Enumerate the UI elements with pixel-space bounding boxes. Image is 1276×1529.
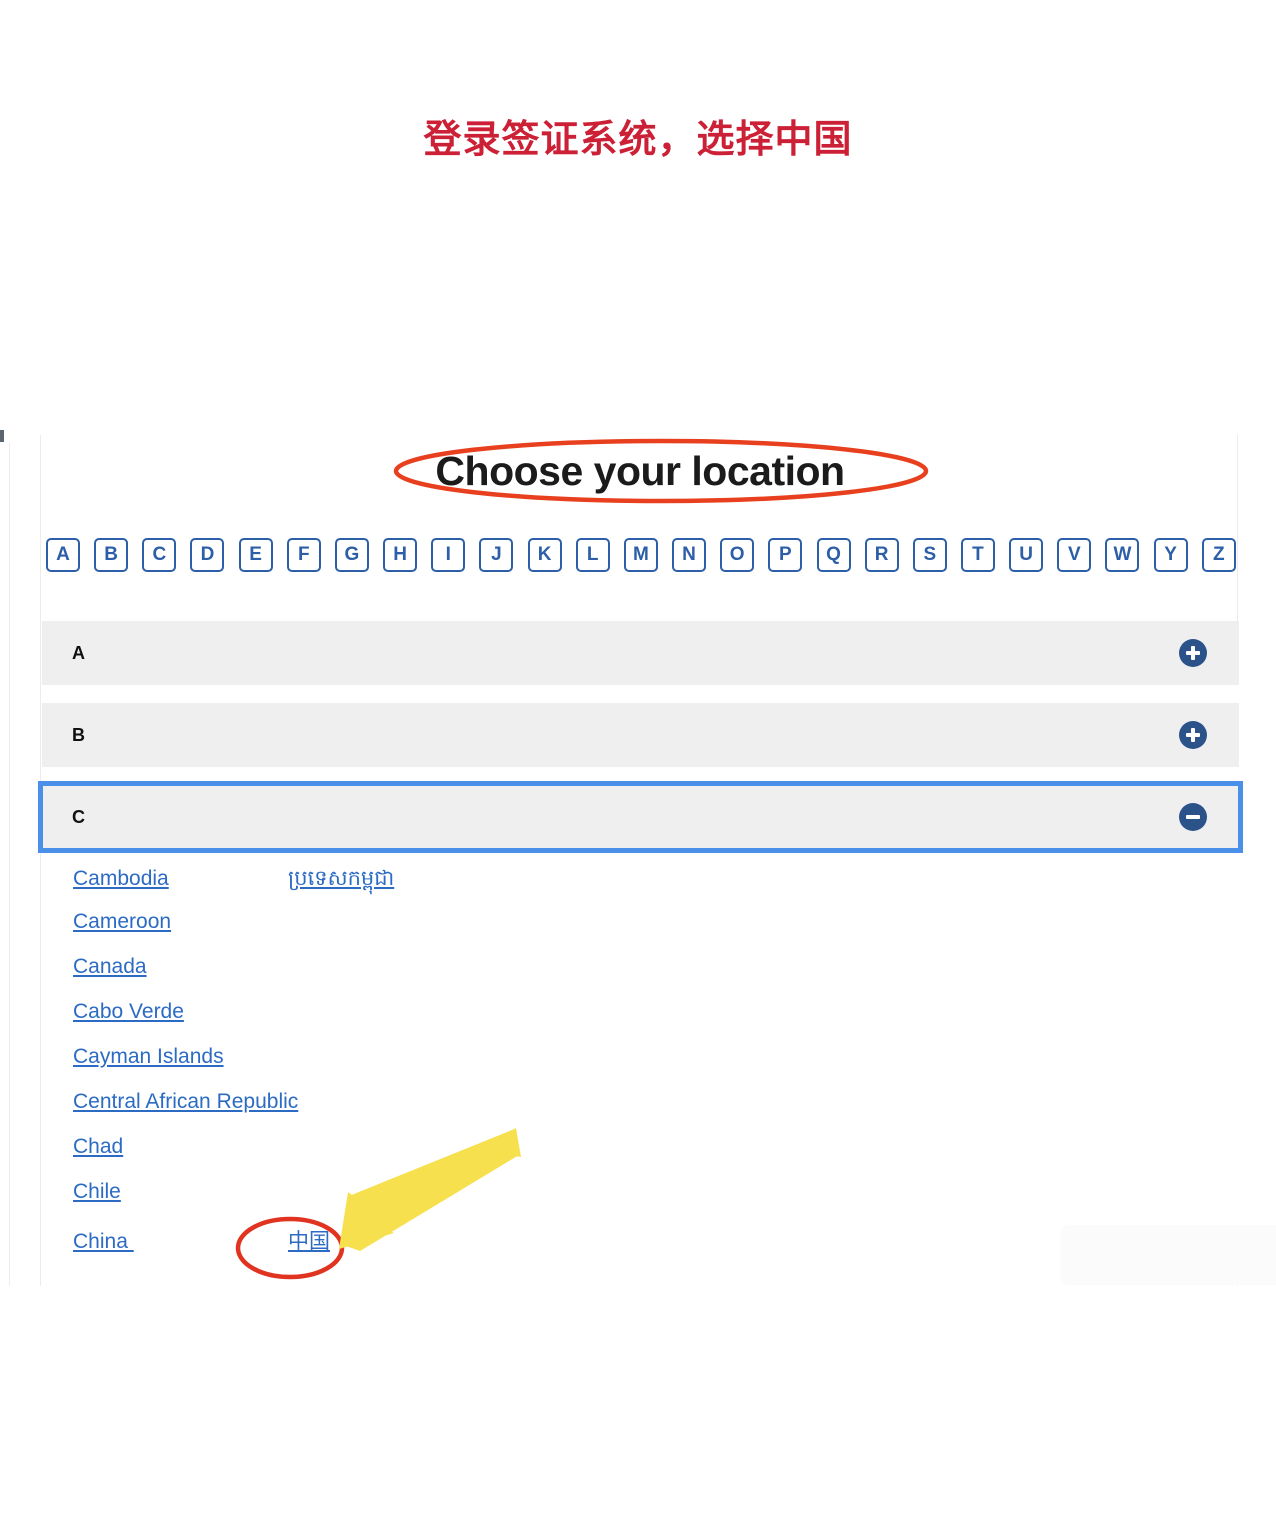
minus-icon[interactable] — [1179, 803, 1207, 831]
country-row: Chile — [42, 1180, 1239, 1225]
alpha-button-c[interactable]: C — [142, 538, 177, 572]
country-link[interactable]: Canada — [73, 955, 288, 979]
country-link[interactable]: China — [73, 1230, 288, 1254]
accordion-header-label: C — [72, 806, 85, 827]
alpha-button-i[interactable]: I — [431, 538, 466, 572]
alpha-button-j[interactable]: J — [479, 538, 514, 572]
alpha-button-z[interactable]: Z — [1201, 538, 1236, 572]
country-link[interactable]: Cameroon — [73, 910, 288, 934]
country-row: Canada — [42, 955, 1239, 1000]
country-link-localized[interactable]: ប្រទេសកម្ពុជា — [288, 865, 394, 896]
country-accordion: A B C Cambodia ប្រទេសកម្ពុជា Cameroon Canada Ca… — [38, 621, 1243, 1280]
accordion-gap — [42, 685, 1239, 703]
alpha-button-f[interactable]: F — [286, 538, 321, 572]
accordion-header-label: A — [72, 642, 85, 663]
icon-bar-vertical — [1191, 728, 1195, 742]
country-row: Central African Republic — [42, 1090, 1239, 1135]
country-row: Cambodia ប្រទេសកម្ពុជា — [42, 865, 1239, 910]
alpha-button-y[interactable]: Y — [1153, 538, 1188, 572]
accordion-header-a[interactable]: A — [42, 621, 1239, 685]
alpha-button-h[interactable]: H — [383, 538, 418, 572]
country-row: China 中国 — [42, 1225, 1239, 1270]
plus-icon[interactable] — [1179, 721, 1207, 749]
alpha-button-q[interactable]: Q — [816, 538, 851, 572]
country-link[interactable]: Central African Republic — [73, 1090, 298, 1114]
alphabet-nav: ABCDEFGHIJKLMNOPQRSTUVWYZ — [46, 538, 1236, 572]
accordion-section-c: C Cambodia ប្រទេសកម្ពុជា Cameroon Canada Cabo… — [38, 781, 1243, 1280]
alpha-button-o[interactable]: O — [720, 538, 755, 572]
country-row: Chad — [42, 1135, 1239, 1180]
page-title: Choose your location — [435, 448, 845, 494]
plus-icon[interactable] — [1179, 639, 1207, 667]
country-link[interactable]: Cabo Verde — [73, 1000, 288, 1024]
alpha-button-p[interactable]: P — [768, 538, 803, 572]
country-link[interactable]: Chile — [73, 1180, 288, 1204]
alpha-button-e[interactable]: E — [238, 538, 273, 572]
ghost-card-left — [1061, 1225, 1276, 1285]
panel-left-edge-marker — [0, 430, 4, 442]
country-row: Cameroon — [42, 910, 1239, 955]
alpha-button-l[interactable]: L — [575, 538, 610, 572]
country-link[interactable]: Chad — [73, 1135, 288, 1159]
accordion-section-a: A — [42, 621, 1239, 703]
accordion-section-b: B — [42, 703, 1239, 785]
accordion-header-c[interactable]: C — [38, 781, 1243, 853]
accordion-header-label: B — [72, 724, 85, 745]
accordion-body-c: Cambodia ប្រទេសកម្ពុជា Cameroon Canada Cabo … — [42, 849, 1239, 1280]
browser-content-panel: Choose your location ABCDEFGHIJKLMNOPQRS… — [0, 430, 1276, 1286]
country-link[interactable]: Cayman Islands — [73, 1045, 288, 1069]
alpha-button-s[interactable]: S — [912, 538, 947, 572]
alpha-button-u[interactable]: U — [1009, 538, 1044, 572]
accordion-gap — [42, 767, 1239, 785]
location-chooser-card: Choose your location ABCDEFGHIJKLMNOPQRS… — [38, 435, 1276, 1286]
alpha-button-b[interactable]: B — [94, 538, 129, 572]
alpha-button-v[interactable]: V — [1057, 538, 1092, 572]
icon-bar-horizontal — [1186, 815, 1200, 819]
country-link-localized[interactable]: 中国 — [288, 1225, 330, 1255]
alpha-button-a[interactable]: A — [46, 538, 80, 572]
alpha-button-g[interactable]: G — [334, 538, 369, 572]
alpha-button-t[interactable]: T — [960, 538, 995, 572]
accordion-header-b[interactable]: B — [42, 703, 1239, 767]
panel-left-rail — [9, 442, 10, 1286]
country-row: Cayman Islands — [42, 1045, 1239, 1090]
country-link[interactable]: Cambodia — [73, 867, 288, 891]
alpha-button-r[interactable]: R — [864, 538, 899, 572]
icon-bar-vertical — [1191, 646, 1195, 660]
alpha-button-w[interactable]: W — [1105, 538, 1140, 572]
alpha-button-m[interactable]: M — [623, 538, 658, 572]
country-row: Cabo Verde — [42, 1000, 1239, 1045]
annotation-title: 登录签证系统，选择中国 — [423, 119, 853, 161]
alpha-button-k[interactable]: K — [527, 538, 562, 572]
alpha-button-d[interactable]: D — [190, 538, 225, 572]
alpha-button-n[interactable]: N — [672, 538, 707, 572]
